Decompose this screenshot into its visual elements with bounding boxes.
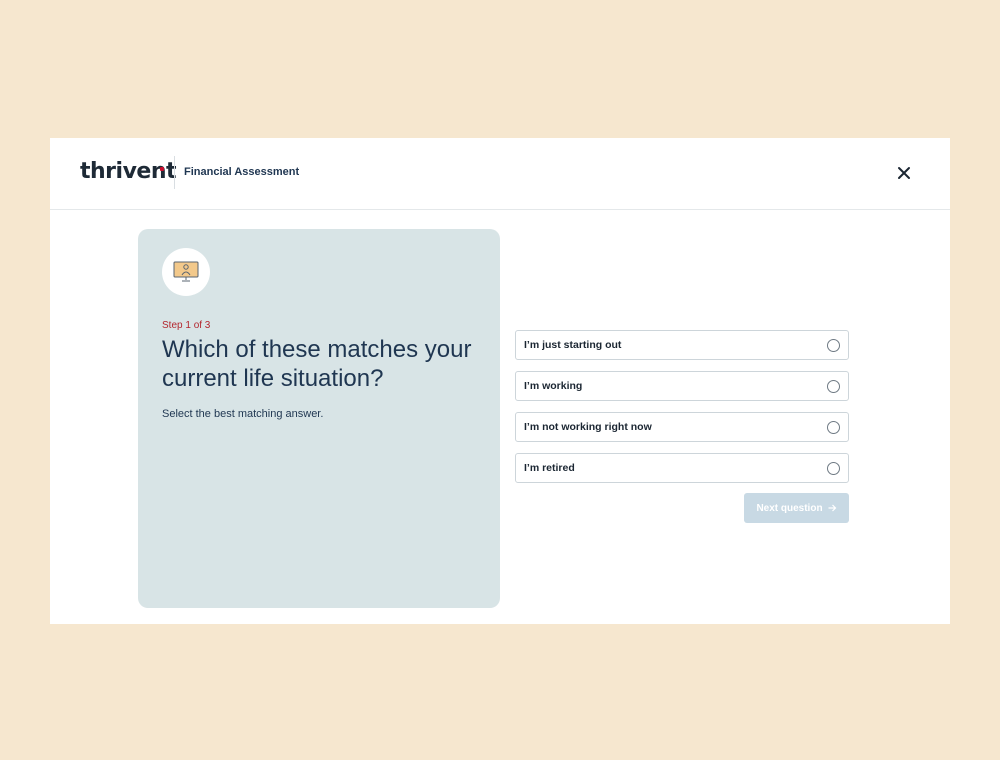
close-icon [898, 167, 910, 179]
radio-button[interactable] [827, 421, 840, 434]
arrow-right-icon [828, 504, 836, 512]
question-card: Step 1 of 3 Which of these matches your … [138, 229, 500, 608]
option-label: I’m retired [524, 462, 575, 474]
option-label: I’m working [524, 380, 583, 392]
header-divider [174, 156, 175, 189]
option-not-working[interactable]: I’m not working right now [515, 412, 849, 442]
option-retired[interactable]: I’m retired [515, 453, 849, 483]
answer-options: I’m just starting out I’m working I’m no… [515, 330, 849, 494]
question-title: Which of these matches your current life… [162, 336, 472, 392]
option-working[interactable]: I’m working [515, 371, 849, 401]
modal-header: thrivent Financial Assessment [50, 138, 950, 210]
option-label: I’m just starting out [524, 339, 622, 351]
radio-button[interactable] [827, 462, 840, 475]
computer-person-icon [173, 261, 199, 282]
option-label: I’m not working right now [524, 421, 652, 433]
question-hint: Select the best matching answer. [162, 408, 324, 420]
radio-button[interactable] [827, 380, 840, 393]
step-indicator: Step 1 of 3 [162, 320, 211, 331]
question-icon-badge [162, 248, 210, 296]
close-button[interactable] [893, 162, 915, 184]
logo-accent-mark [160, 167, 164, 171]
header-title: Financial Assessment [184, 166, 300, 178]
next-question-button[interactable]: Next question [744, 493, 849, 523]
radio-button[interactable] [827, 339, 840, 352]
thrivent-logo: thrivent [80, 159, 177, 184]
next-question-label: Next question [756, 502, 823, 514]
option-starting-out[interactable]: I’m just starting out [515, 330, 849, 360]
assessment-modal: thrivent Financial Assessment Step 1 of … [50, 138, 950, 624]
